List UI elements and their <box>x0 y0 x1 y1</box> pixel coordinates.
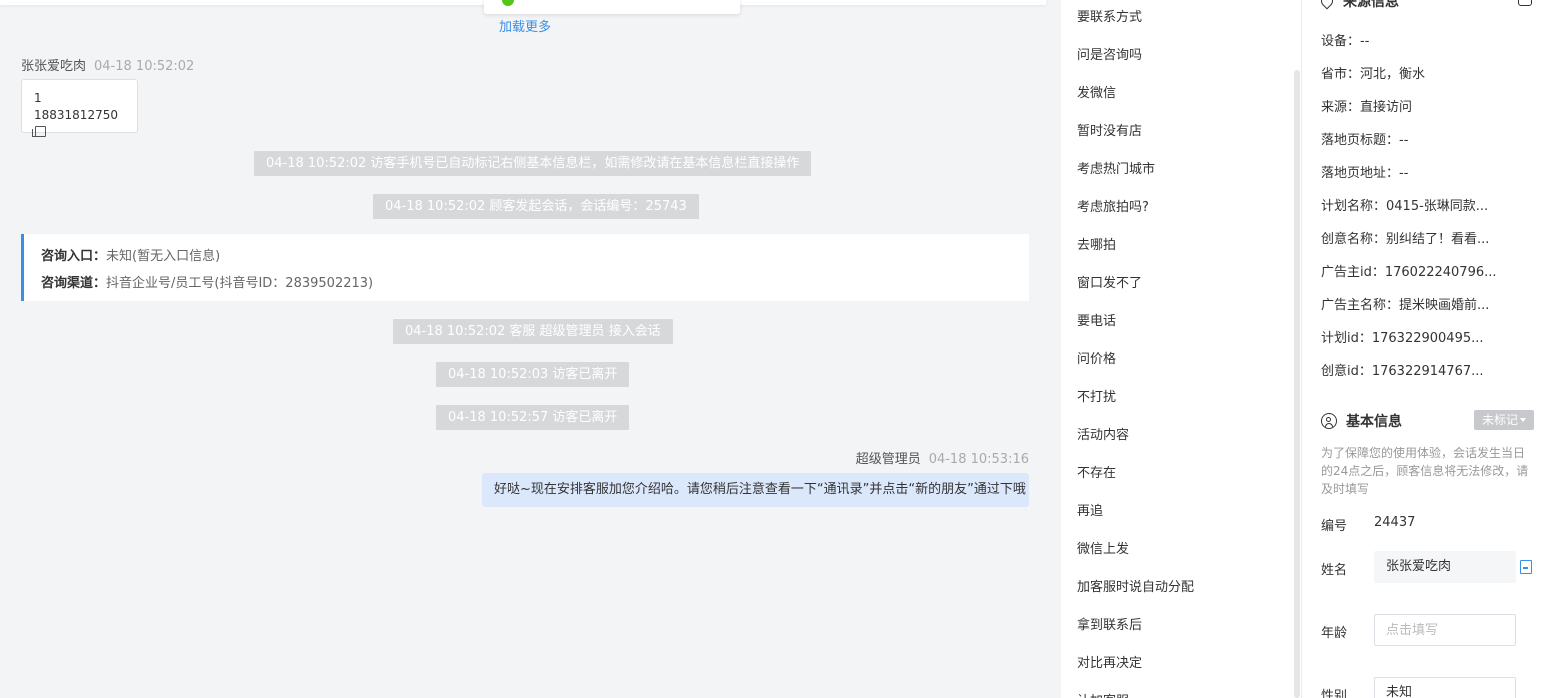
caret-down-icon <box>1520 418 1526 422</box>
name-label: 姓名 <box>1321 563 1348 578</box>
system-notice: 04-18 10:52:03 访客已离开 <box>436 362 630 387</box>
channel-value: 抖音企业号/员工号(抖音号ID：2839502213) <box>106 276 374 291</box>
phrase-item[interactable]: 活动内容 <box>1077 424 1129 443</box>
visitor-name: 张张爱吃肉 <box>21 59 87 74</box>
phrase-item[interactable]: 不打扰 <box>1077 386 1116 405</box>
copy-icon[interactable] <box>32 126 46 137</box>
load-more-link[interactable]: 加载更多 <box>499 16 551 35</box>
entry-label: 咨询入口： <box>41 249 107 264</box>
edit-icon[interactable] <box>1518 0 1532 6</box>
system-notice: 04-18 10:52:02 访客手机号已自动标记右侧基本信息栏，如需修改请在基… <box>254 151 812 176</box>
success-icon <box>502 0 514 6</box>
source-info-row: 省市：河北，衡水 <box>1321 67 1426 82</box>
phrase-item[interactable]: 再追 <box>1077 500 1103 519</box>
gender-label: 性别 <box>1321 689 1348 698</box>
visitor-phone-number: 18831812750 <box>34 108 118 122</box>
visitor-message-header: 张张爱吃肉 04-18 10:52:02 <box>21 55 194 74</box>
phrase-item[interactable]: 去哪拍 <box>1077 234 1116 253</box>
visitor-message-line: 1 <box>34 91 42 105</box>
channel-label: 咨询渠道： <box>41 276 107 291</box>
name-field[interactable]: 张张爱吃肉 <box>1374 551 1516 583</box>
phrase-item[interactable]: 发微信 <box>1077 82 1116 101</box>
visitor-message-time: 04-18 10:52:02 <box>94 59 195 74</box>
source-info-row: 计划名称：0415-张琳同款... <box>1321 199 1489 214</box>
phrase-item[interactable]: 让加客服 <box>1077 690 1129 698</box>
phrase-item[interactable]: 要电话 <box>1077 310 1116 329</box>
source-info-row: 来源：直接访问 <box>1321 100 1413 115</box>
age-input[interactable] <box>1374 614 1516 646</box>
agent-message-header: 超级管理员 04-18 10:53:16 <box>856 448 1029 467</box>
phrase-item[interactable]: 暂时没有店 <box>1077 120 1142 139</box>
system-notice: 04-18 10:52:02 客服 超级管理员 接入会话 <box>393 319 673 344</box>
location-pin-icon <box>1318 0 1336 10</box>
toast-notification <box>484 0 740 14</box>
mark-status-dropdown[interactable]: 未标记 <box>1474 410 1534 430</box>
user-icon <box>1321 413 1337 429</box>
source-info-row: 创意名称：别纠结了！看看... <box>1321 232 1490 247</box>
phrase-item[interactable]: 拿到联系后 <box>1077 614 1142 633</box>
id-label: 编号 <box>1321 519 1348 534</box>
basic-info-title: 基本信息 <box>1321 411 1402 431</box>
phrase-item[interactable]: 问是咨询吗 <box>1077 44 1142 63</box>
consult-source-card: 咨询入口：未知(暂无入口信息) 咨询渠道：抖音企业号/员工号(抖音号ID：283… <box>21 234 1029 301</box>
phrase-item[interactable]: 要联系方式 <box>1077 6 1142 25</box>
system-notice: 04-18 10:52:02 顾客发起会话，会话编号：25743 <box>373 194 699 219</box>
source-info-row: 落地页标题：-- <box>1321 133 1409 148</box>
phrase-item[interactable]: 考虑热门城市 <box>1077 158 1155 177</box>
source-info-row: 设备：-- <box>1321 34 1370 49</box>
phrase-item[interactable]: 不存在 <box>1077 462 1116 481</box>
source-info-row: 创意id：176322914767... <box>1321 364 1484 379</box>
phrase-item[interactable]: 问价格 <box>1077 348 1116 367</box>
basic-info-title-text: 基本信息 <box>1346 414 1402 430</box>
mark-status-label: 未标记 <box>1481 413 1518 427</box>
chat-panel: 加载更多 张张爱吃肉 04-18 10:52:02 1 18831812750 0… <box>0 0 1061 698</box>
source-info-title: 来源信息 <box>1318 0 1399 11</box>
source-info-row: 广告主id：176022240796... <box>1321 265 1497 280</box>
source-info-title-text: 来源信息 <box>1343 0 1399 10</box>
agent-message-bubble: 好哒~现在安排客服加您介绍哈。请您稍后注意查看一下“通讯录”并点击“新的朋友”通… <box>482 473 1029 507</box>
gender-select[interactable]: 未知 <box>1374 677 1516 698</box>
copy-doc-icon[interactable] <box>1520 560 1532 574</box>
source-info-row: 计划id：176322900495... <box>1321 331 1484 346</box>
id-value: 24437 <box>1374 515 1416 530</box>
system-notice: 04-18 10:52:57 访客已离开 <box>436 405 630 430</box>
phrase-item[interactable]: 考虑旅拍吗? <box>1077 196 1149 215</box>
phrase-item[interactable]: 窗口发不了 <box>1077 272 1142 291</box>
source-info-row: 落地页地址：-- <box>1321 166 1409 181</box>
phrase-scrollbar[interactable] <box>1294 70 1300 698</box>
agent-message-time: 04-18 10:53:16 <box>928 452 1029 467</box>
entry-value: 未知(暂无入口信息) <box>106 249 221 264</box>
age-label: 年龄 <box>1321 626 1348 641</box>
source-info-row: 广告主名称：提米映画婚前... <box>1321 298 1490 313</box>
customer-info-panel: 来源信息 设备：-- 省市：河北，衡水 来源：直接访问 落地页标题：-- 落地页… <box>1302 0 1542 698</box>
visitor-message-bubble: 1 18831812750 <box>21 79 138 137</box>
agent-name: 超级管理员 <box>855 452 921 467</box>
phrase-item[interactable]: 加客服时说自动分配 <box>1077 576 1194 595</box>
phrase-item[interactable]: 微信上发 <box>1077 538 1129 557</box>
phrase-item[interactable]: 对比再决定 <box>1077 652 1142 671</box>
quick-phrase-list: 要联系方式 问是咨询吗 发微信 暂时没有店 考虑热门城市 考虑旅拍吗? 去哪拍 … <box>1061 0 1301 698</box>
edit-hint-text: 为了保障您的使用体验，会话发生当日的24点之后，顾客信息将无法修改，请及时填写 <box>1321 446 1529 496</box>
